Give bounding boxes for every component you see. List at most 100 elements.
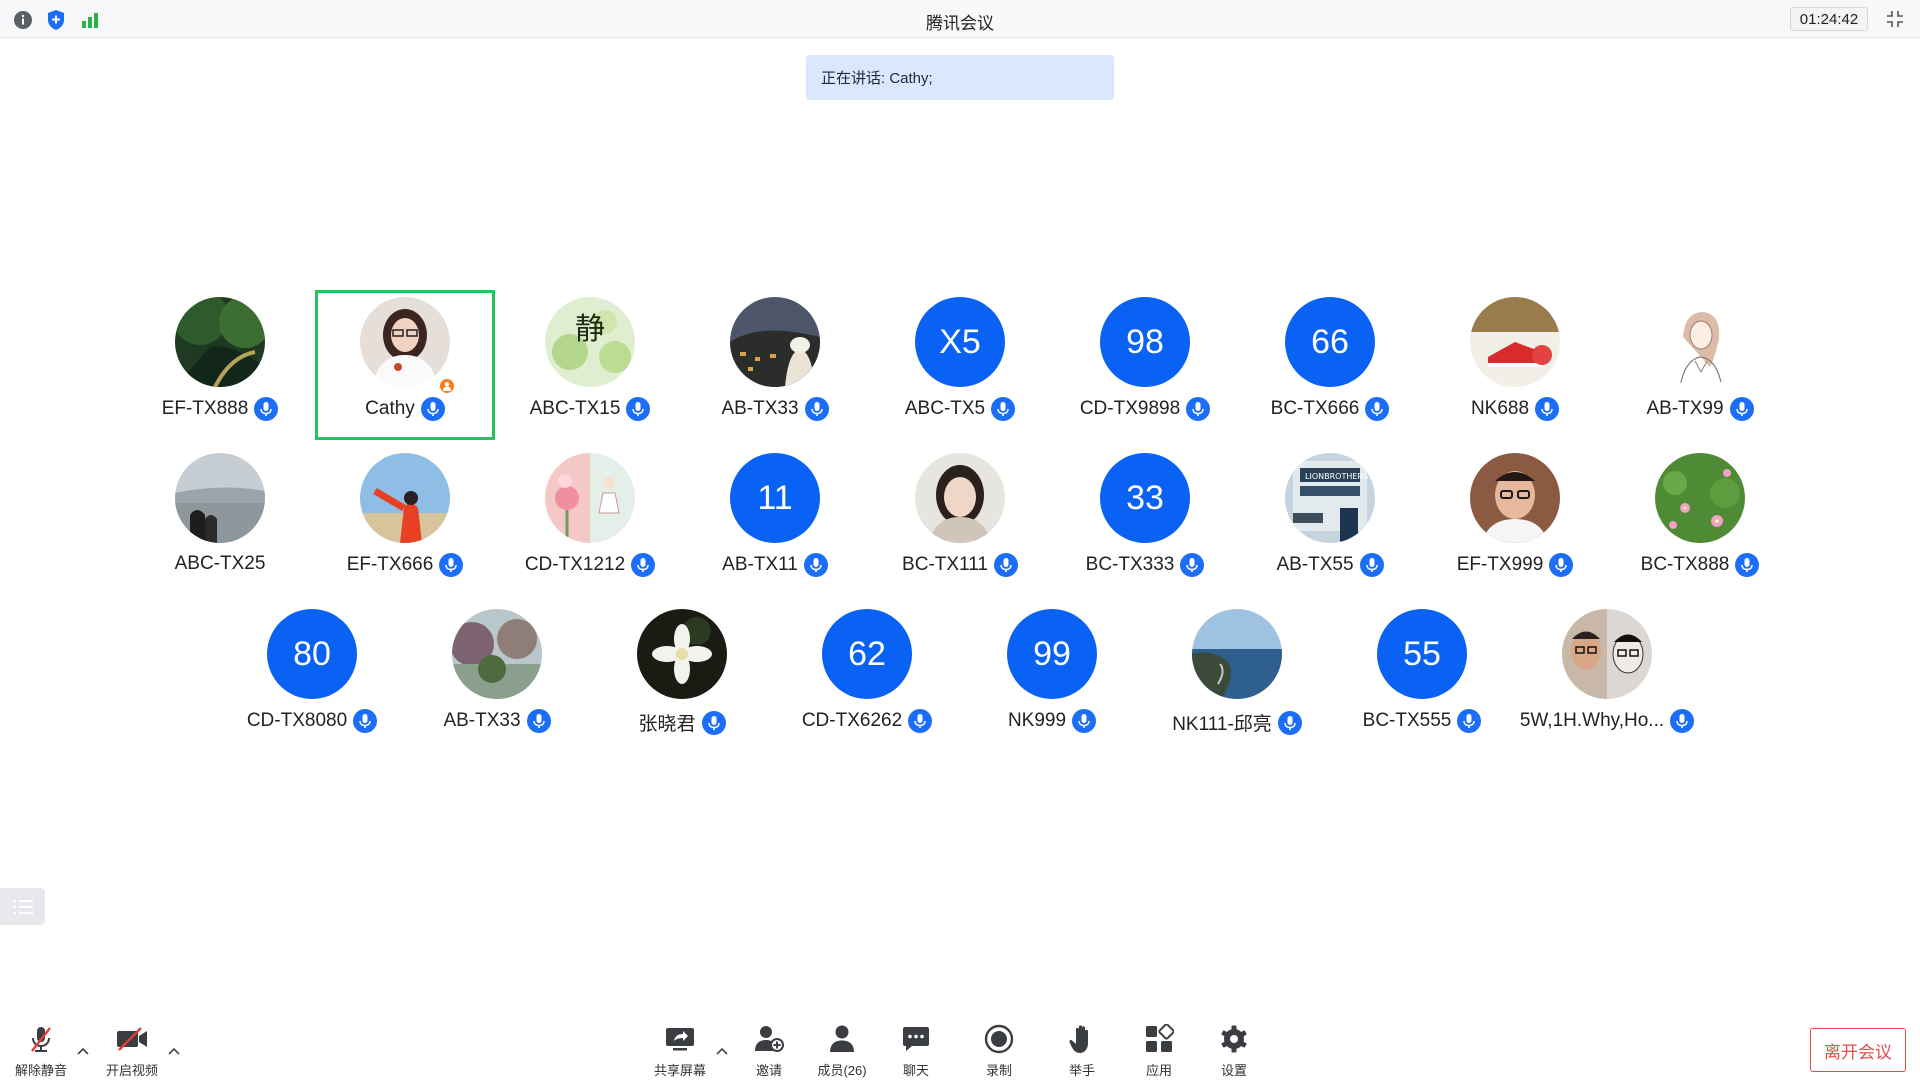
participant-tile[interactable]: 11 AB-TX11 — [685, 446, 865, 596]
participant-name: ABC-TX15 — [529, 398, 621, 419]
participant-tile[interactable]: BC-TX888 — [1610, 446, 1790, 596]
participant-tile[interactable]: 62 CD-TX6262 — [777, 602, 957, 752]
record-icon — [982, 1022, 1016, 1056]
microphone-icon — [1180, 553, 1205, 577]
microphone-icon — [908, 709, 933, 733]
avatar — [1470, 297, 1560, 387]
svg-text:静: 静 — [575, 312, 605, 347]
meeting-timer: 01:24:42 — [1790, 7, 1868, 31]
members-button[interactable]: 成员(26) — [807, 1022, 877, 1079]
avatar — [545, 453, 635, 543]
participant-tile[interactable]: 66 BC-TX666 — [1240, 290, 1420, 440]
microphone-icon — [803, 553, 828, 577]
participant-tile[interactable]: 5W,1H.Why,Ho... — [1517, 602, 1697, 752]
leave-meeting-button[interactable]: 离开会议 — [1810, 1028, 1906, 1072]
microphone-icon — [1072, 709, 1097, 733]
avatar — [915, 453, 1005, 543]
share-screen-button[interactable]: 共享屏幕 — [645, 1022, 715, 1079]
participant-tile[interactable]: EF-TX888 — [130, 290, 310, 440]
exit-fullscreen-icon[interactable] — [1884, 8, 1906, 30]
members-label: 成员(26) — [817, 1063, 867, 1078]
participant-tile[interactable]: 张晓君 — [592, 602, 772, 752]
participant-tile[interactable]: CD-TX1212 — [500, 446, 680, 596]
avatar — [452, 609, 542, 699]
avatar-initials: X5 — [915, 297, 1005, 387]
participant-tile[interactable]: LIONBROTHERS AB-TX55 — [1240, 446, 1420, 596]
raise-hand-label: 举手 — [1068, 1063, 1095, 1078]
participant-name: ABC-TX5 — [904, 398, 986, 419]
participant-name: BC-TX666 — [1270, 398, 1360, 419]
audio-options-chevron-icon[interactable] — [76, 1044, 90, 1058]
settings-button[interactable]: 设置 — [1199, 1022, 1269, 1079]
avatar — [1655, 297, 1745, 387]
add-person-icon — [752, 1022, 786, 1056]
participant-name: CD-TX9898 — [1079, 398, 1181, 419]
avatar — [1562, 609, 1652, 699]
start-video-button[interactable]: 开启视频 — [97, 1022, 167, 1079]
participant-name: BC-TX333 — [1085, 554, 1175, 575]
participant-name: NK111-邱亮 — [1172, 714, 1272, 735]
microphone-icon — [1535, 397, 1560, 421]
participant-tile[interactable]: NK688 — [1425, 290, 1605, 440]
avatar — [730, 297, 820, 387]
participant-name-row: CD-TX9898 — [1055, 397, 1235, 421]
video-off-icon — [115, 1022, 149, 1056]
participant-name: NK999 — [1007, 710, 1067, 731]
participant-name: BC-TX888 — [1640, 554, 1730, 575]
avatar — [360, 297, 450, 387]
participant-tile[interactable]: ABC-TX25 — [130, 446, 310, 596]
participant-tile[interactable]: NK111-邱亮 — [1147, 602, 1327, 752]
participant-tile[interactable]: X5 ABC-TX5 — [870, 290, 1050, 440]
avatar-initials: 99 — [1007, 609, 1097, 699]
participant-tile[interactable]: 98 CD-TX9898 — [1055, 290, 1235, 440]
participant-tile[interactable]: EF-TX999 — [1425, 446, 1605, 596]
microphone-icon — [1359, 553, 1384, 577]
participant-tile[interactable]: 99 NK999 — [962, 602, 1142, 752]
participant-tile[interactable]: 55 BC-TX555 — [1332, 602, 1512, 752]
network-signal-icon[interactable] — [79, 9, 101, 31]
participant-name: BC-TX555 — [1362, 710, 1452, 731]
participant-tile[interactable]: 33 BC-TX333 — [1055, 446, 1235, 596]
participant-name-row: BC-TX333 — [1055, 553, 1235, 577]
microphone-icon — [1549, 553, 1574, 577]
record-label: 录制 — [985, 1063, 1012, 1078]
info-icon[interactable] — [12, 9, 34, 31]
participant-name: EF-TX888 — [161, 398, 249, 419]
chat-button[interactable]: 聊天 — [881, 1022, 951, 1079]
participant-tile[interactable]: AB-TX99 — [1610, 290, 1790, 440]
participant-tile[interactable]: AB-TX33 — [407, 602, 587, 752]
avatar: 静 — [545, 297, 635, 387]
unmute-label: 解除静音 — [14, 1063, 67, 1078]
participant-tile[interactable]: BC-TX111 — [870, 446, 1050, 596]
invite-button[interactable]: 邀请 — [734, 1022, 804, 1079]
microphone-icon — [526, 709, 551, 733]
microphone-icon — [1365, 397, 1390, 421]
participant-name-row: ABC-TX5 — [870, 397, 1050, 421]
participant-name: CD-TX8080 — [246, 710, 348, 731]
participant-name-row: ABC-TX15 — [500, 397, 680, 421]
participant-name-row: BC-TX666 — [1240, 397, 1420, 421]
record-button[interactable]: 录制 — [964, 1022, 1034, 1079]
participant-name-row: NK688 — [1425, 397, 1605, 421]
participant-tile[interactable]: 静 ABC-TX15 — [500, 290, 680, 440]
participant-name-row: EF-TX999 — [1425, 553, 1605, 577]
participant-name-row: EF-TX666 — [315, 553, 495, 577]
avatar-initials: 11 — [730, 453, 820, 543]
participant-name-row: CD-TX1212 — [500, 553, 680, 577]
participant-tile[interactable]: EF-TX666 — [315, 446, 495, 596]
microphone-icon — [993, 553, 1018, 577]
participant-list-toggle[interactable] — [0, 888, 45, 925]
participant-tile[interactable]: AB-TX33 — [685, 290, 865, 440]
unmute-button[interactable]: 解除静音 — [6, 1022, 76, 1079]
microphone-icon — [1457, 709, 1482, 733]
participant-tile[interactable]: 80 CD-TX8080 — [222, 602, 402, 752]
participant-name-row: NK111-邱亮 — [1147, 709, 1327, 736]
security-shield-icon[interactable] — [45, 9, 67, 31]
share-options-chevron-icon[interactable] — [715, 1044, 729, 1058]
microphone-icon — [701, 710, 726, 735]
raise-hand-button[interactable]: 举手 — [1047, 1022, 1117, 1079]
apps-button[interactable]: 应用 — [1124, 1022, 1194, 1079]
video-options-chevron-icon[interactable] — [167, 1044, 181, 1058]
participant-name: CD-TX1212 — [524, 554, 626, 575]
participant-tile[interactable]: Cathy — [315, 290, 495, 440]
